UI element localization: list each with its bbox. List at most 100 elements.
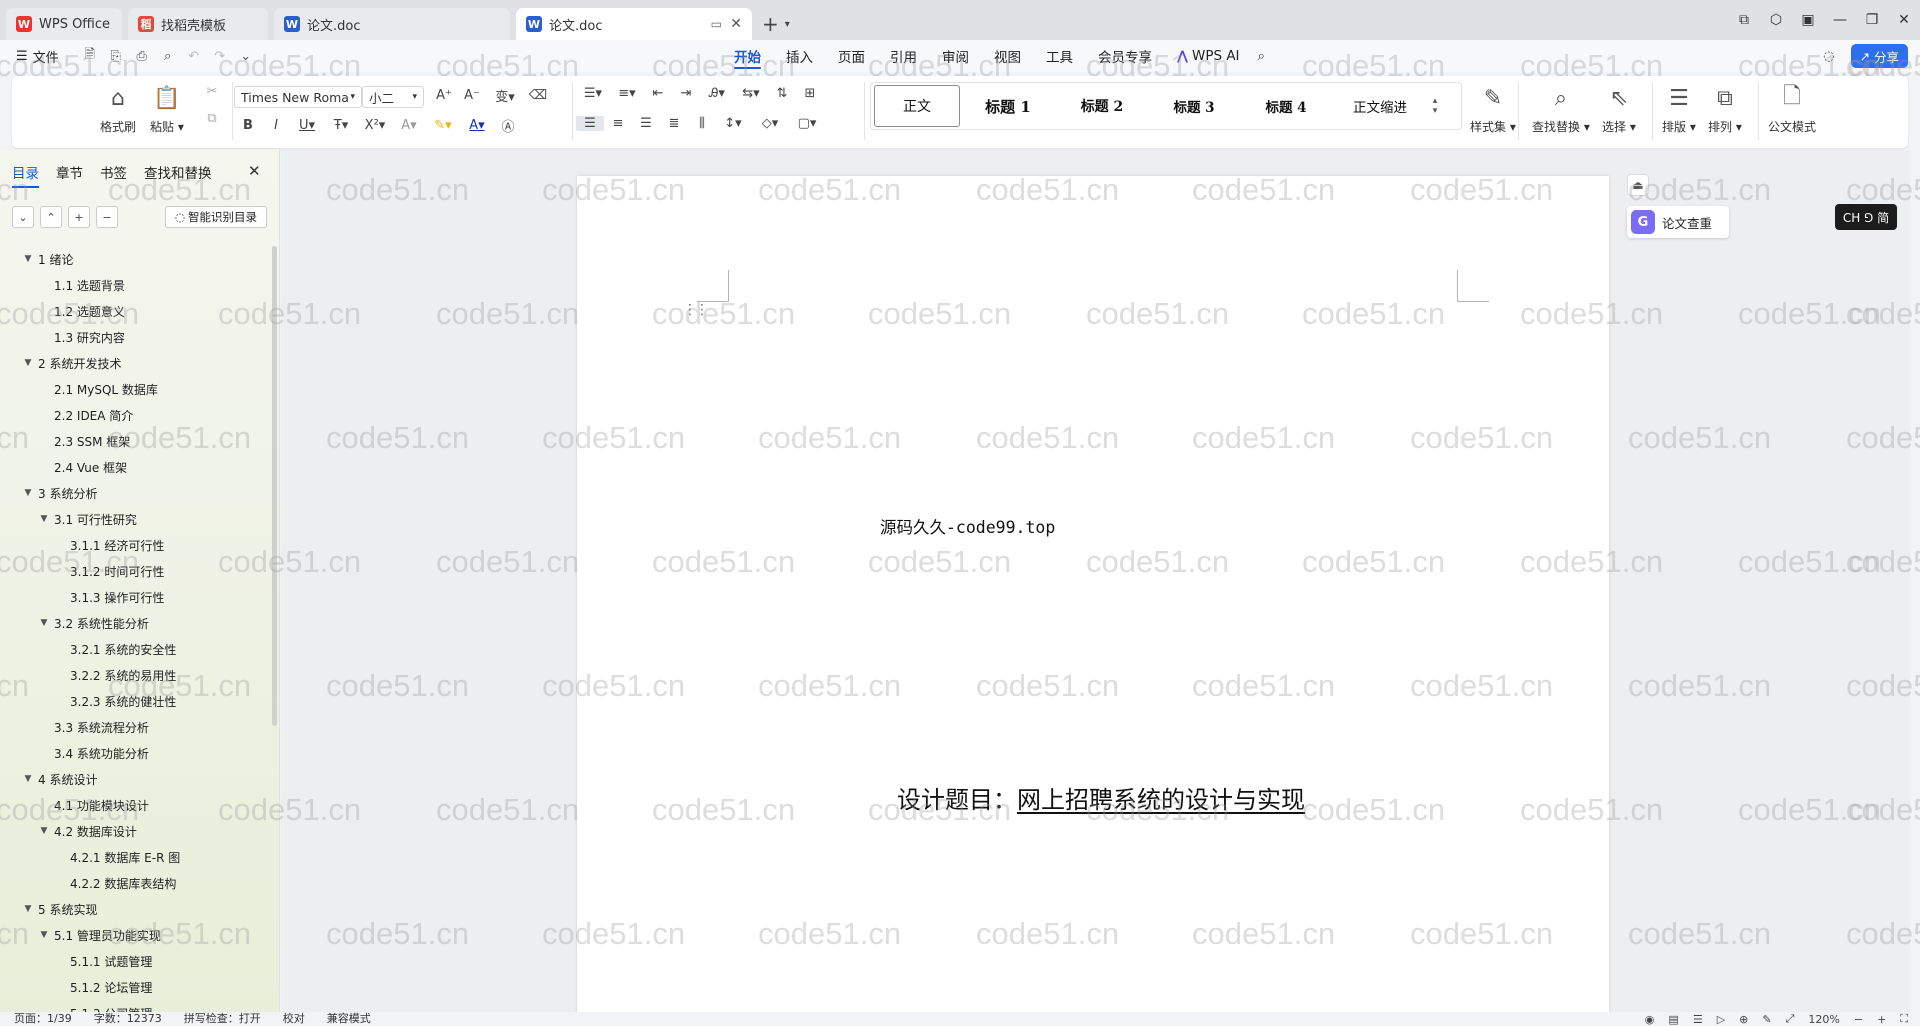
text-direction-icon[interactable]: Ꭿ▾ — [700, 86, 734, 101]
expand-arrow-icon[interactable]: ▼ — [22, 358, 34, 368]
fullscreen-icon[interactable]: ⛶ — [1900, 1012, 1908, 1026]
toc-item[interactable]: 2.4 Vue 框架 — [0, 454, 270, 480]
line-spacing-icon[interactable]: ↕▾ — [716, 116, 750, 131]
toc-item[interactable]: 3.3 系统流程分析 — [0, 714, 270, 740]
shading-icon[interactable]: ◇▾ — [750, 116, 790, 131]
style-heading-3[interactable]: 标题 3 — [1148, 85, 1240, 127]
export-pdf-icon[interactable]: ⎘ — [107, 49, 125, 64]
zoom-out-icon[interactable]: − — [1854, 1013, 1863, 1026]
page-view-icon[interactable]: ▤ — [1668, 1013, 1678, 1026]
italic-icon[interactable]: I — [262, 118, 290, 133]
toc-item[interactable]: 3.1.1 经济可行性 — [0, 532, 270, 558]
style-set-button[interactable]: ✎ 样式集 ▾ — [1470, 82, 1516, 135]
select-button[interactable]: ⇖ 选择 ▾ — [1602, 82, 1636, 135]
strikethrough-icon[interactable]: Ŧ▾ — [324, 118, 358, 133]
nav-tab-toc[interactable]: 目录 — [12, 162, 39, 188]
bullet-list-icon[interactable]: ☰▾ — [576, 86, 610, 101]
status-page[interactable]: 页面：1/39 — [14, 1012, 72, 1026]
font-shrink-icon[interactable]: A⁻ — [458, 88, 486, 103]
close-window-icon[interactable]: ✕ — [1888, 12, 1920, 28]
tab-review[interactable]: 审阅 — [942, 40, 969, 72]
web-view-icon[interactable]: ⊕ — [1739, 1013, 1748, 1026]
font-name-select[interactable]: Times New Roma ▾ — [234, 86, 362, 108]
toc-item[interactable]: ▼ 1 绪论 — [0, 246, 270, 272]
tab-wps-office[interactable]: W WPS Office — [6, 8, 122, 40]
tab-window-icon[interactable]: ▭ — [711, 17, 722, 31]
redo-icon[interactable]: ↷ — [211, 49, 229, 64]
status-spell[interactable]: 拼写检查：打开 — [184, 1012, 261, 1026]
justify-icon[interactable]: ≣ — [660, 116, 688, 131]
expand-all-icon[interactable]: ⌄ — [12, 206, 34, 228]
expand-arrow-icon[interactable]: ▼ — [38, 514, 50, 524]
chevron-down-icon[interactable]: ⌄ — [237, 49, 255, 64]
collapse-all-icon[interactable]: ⌃ — [40, 206, 62, 228]
increase-indent-icon[interactable]: ⇥ — [672, 86, 700, 101]
toc-item[interactable]: ▼ 5 系统实现 — [0, 896, 270, 922]
align-center-icon[interactable]: ≡ — [604, 116, 632, 131]
superscript-icon[interactable]: X²▾ — [358, 118, 392, 133]
document-scrollbar[interactable] — [1909, 150, 1910, 1012]
toc-item[interactable]: 2.3 SSM 框架 — [0, 428, 270, 454]
toc-item[interactable]: 3.1.3 操作可行性 — [0, 584, 270, 610]
official-doc-mode-button[interactable]: 🗋 公文模式 — [1768, 82, 1816, 135]
tab-page[interactable]: 页面 — [838, 40, 865, 72]
expand-arrow-icon[interactable]: ▼ — [38, 618, 50, 628]
style-heading-1[interactable]: 标题 1 — [960, 85, 1056, 127]
format-painter-button[interactable]: ⌂ 格式刷 — [100, 82, 136, 135]
status-words[interactable]: 字数：12373 — [94, 1012, 162, 1026]
chat-icon[interactable]: ◌ — [1823, 49, 1834, 64]
highlight-icon[interactable]: ✎▾ — [426, 118, 460, 133]
tab-tools[interactable]: 工具 — [1046, 40, 1073, 72]
nav-tab-chapters[interactable]: 章节 — [56, 162, 83, 188]
style-normal[interactable]: 正文 — [874, 85, 960, 127]
share-button[interactable]: ↗ 分享 — [1850, 44, 1908, 68]
toc-item[interactable]: 1.1 选题背景 — [0, 272, 270, 298]
toc-item[interactable]: 5.1.3 公司管理 — [0, 1000, 270, 1013]
fit-icon[interactable]: ⤢ — [1786, 1012, 1795, 1026]
font-grow-icon[interactable]: A⁺ — [430, 88, 458, 103]
tab-view[interactable]: 视图 — [994, 40, 1021, 72]
font-color-icon[interactable]: A▾ — [460, 118, 494, 133]
show-marks-icon[interactable]: ⊞ — [796, 86, 824, 101]
nav-tab-find-replace[interactable]: 查找和替换 — [144, 162, 212, 188]
toc-item[interactable]: ▼ 3.2 系统性能分析 — [0, 610, 270, 636]
underline-icon[interactable]: U▾ — [290, 118, 324, 133]
cube-icon[interactable]: ⬡ — [1760, 12, 1792, 28]
tab-membership[interactable]: 会员专享 — [1098, 40, 1152, 72]
toc-item[interactable]: 3.2.2 系统的易用性 — [0, 662, 270, 688]
nav-tab-bookmarks[interactable]: 书签 — [100, 162, 127, 188]
style-gallery-expand-icon[interactable]: ▴ ▾ — [1428, 96, 1442, 116]
tab-docer-templates[interactable]: 稻 找稻壳模板 — [128, 8, 268, 40]
tab-insert[interactable]: 插入 — [786, 40, 813, 72]
toc-item[interactable]: ▼ 3 系统分析 — [0, 480, 270, 506]
find-replace-button[interactable]: ⌕ 查找替换 ▾ — [1532, 82, 1590, 135]
paste-button[interactable]: 📋 粘贴 ▾ — [150, 82, 184, 135]
tab-document-active[interactable]: W 论文.doc ▭ ✕ — [516, 8, 752, 40]
undo-icon[interactable]: ↶ — [185, 49, 203, 64]
toc-item[interactable]: 3.2.3 系统的健壮性 — [0, 688, 270, 714]
char-shading-icon[interactable]: Ⓐ — [494, 116, 522, 135]
nav-scrollbar[interactable] — [272, 246, 277, 726]
expand-arrow-icon[interactable]: ▼ — [38, 826, 50, 836]
collapse-panel-icon[interactable]: ⏏ — [1627, 174, 1649, 196]
document-page[interactable]: ⋮⋮ 源码久久-code99.top 设计题目：网上招聘系统的设计与实现 — [577, 176, 1609, 1012]
decrease-indent-icon[interactable]: ⇤ — [644, 86, 672, 101]
close-icon[interactable]: ✕ — [730, 16, 742, 32]
toc-item[interactable]: 4.1 功能模块设计 — [0, 792, 270, 818]
zoom-level[interactable]: 120% — [1808, 1013, 1839, 1026]
align-left-icon[interactable]: ☰ — [576, 116, 604, 131]
tab-document-1[interactable]: W 论文.doc — [274, 8, 510, 40]
copy-icon[interactable]: ⧉ — [198, 111, 226, 126]
toc-item[interactable]: 3.4 系统功能分析 — [0, 740, 270, 766]
expand-arrow-icon[interactable]: ▼ — [22, 904, 34, 914]
tab-wps-ai[interactable]: ⋀ WPS AI ⌕ — [1177, 40, 1265, 72]
style-body-indent[interactable]: 正文缩进 — [1332, 85, 1428, 127]
toc-item[interactable]: 5.1.1 试题管理 — [0, 948, 270, 974]
bold-icon[interactable]: B — [234, 118, 262, 133]
font-size-select[interactable]: 小二 ▾ — [362, 86, 424, 108]
toc-item[interactable]: ▼ 2 系统开发技术 — [0, 350, 270, 376]
ime-indicator[interactable]: CH ⅁ 简 — [1835, 204, 1897, 230]
paper-check-button[interactable]: G 论文查重 — [1627, 206, 1729, 238]
toc-item[interactable]: ▼ 5.1 管理员功能实现 — [0, 922, 270, 948]
toc-item[interactable]: ▼ 4.2 数据库设计 — [0, 818, 270, 844]
